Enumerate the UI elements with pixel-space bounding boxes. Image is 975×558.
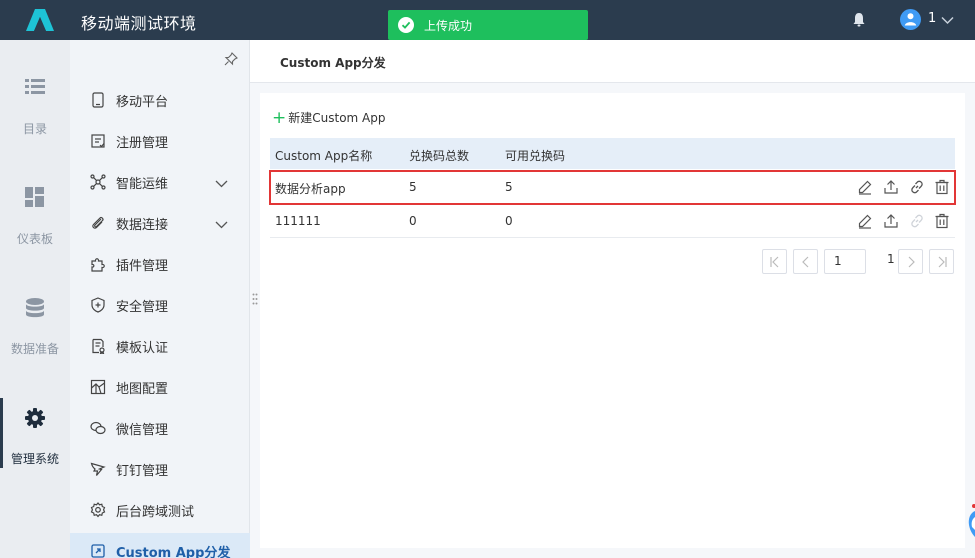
rail-item-data-prep[interactable]: 数据准备 <box>0 298 70 378</box>
puzzle-icon <box>90 256 106 272</box>
link-icon[interactable] <box>909 179 925 195</box>
menu-item-label: 智能运维 <box>116 177 169 192</box>
menu-item-security[interactable]: 安全管理 <box>70 287 250 323</box>
link-icon-disabled <box>909 213 925 229</box>
row-actions <box>845 179 949 197</box>
cell-total: 0 <box>409 214 417 228</box>
success-toast: 上传成功 <box>388 10 588 40</box>
rail-item-management[interactable]: 管理系统 <box>0 398 70 488</box>
menu-item-label: 移动平台 <box>116 95 169 110</box>
settings-icon <box>90 502 106 518</box>
chevron-down-icon[interactable] <box>941 14 954 28</box>
list-icon <box>25 77 45 97</box>
resize-handle[interactable] <box>252 293 258 305</box>
rail-item-label: 目录 <box>22 122 47 136</box>
menu-item-label: 地图配置 <box>116 382 169 397</box>
menu-item-label: 后台跨域测试 <box>116 505 195 520</box>
menu-item-map-config[interactable]: 地图配置 <box>70 369 250 405</box>
row-actions <box>845 213 949 231</box>
dashboard-icon <box>25 187 45 207</box>
bell-icon[interactable] <box>852 12 866 28</box>
column-header-total: 兑换码总数 <box>409 149 470 163</box>
menu-item-label: 钉钉管理 <box>116 464 169 479</box>
rail-item-dashboard[interactable]: 仪表板 <box>0 187 70 267</box>
delete-icon[interactable] <box>934 179 950 195</box>
check-circle-icon <box>398 17 414 33</box>
template-icon <box>90 338 106 355</box>
toast-message: 上传成功 <box>424 19 473 33</box>
menu-item-wechat[interactable]: 微信管理 <box>70 410 250 446</box>
map-icon <box>90 379 106 395</box>
edit-icon[interactable] <box>857 179 873 195</box>
menu-item-custom-app[interactable]: Custom App分发 <box>70 533 250 558</box>
mobile-icon <box>90 92 106 108</box>
pin-icon[interactable] <box>224 52 238 69</box>
page-header: Custom App分发 <box>250 40 975 83</box>
menu-item-template-cert[interactable]: 模板认证 <box>70 328 250 364</box>
plus-icon: + <box>272 108 287 128</box>
page-number-input[interactable]: 1 <box>824 249 866 274</box>
top-bar: 移动端测试环境 上传成功 1 <box>0 0 975 40</box>
menu-item-label: 数据连接 <box>116 218 169 233</box>
column-header-name: Custom App名称 <box>275 149 373 163</box>
avatar[interactable] <box>900 9 921 30</box>
gear-icon <box>25 408 45 428</box>
cell-available: 5 <box>505 180 513 194</box>
attachment-icon <box>90 215 106 231</box>
menu-item-cors-test[interactable]: 后台跨域测试 <box>70 492 250 528</box>
new-custom-app-button[interactable]: + 新建Custom App <box>272 107 386 128</box>
rail-item-catalog[interactable]: 目录 <box>0 77 70 157</box>
dingtalk-icon <box>90 461 106 477</box>
last-page-button[interactable] <box>929 249 954 274</box>
rail-item-label: 管理系统 <box>10 452 59 466</box>
edit-icon[interactable] <box>857 213 873 229</box>
menu-item-dingtalk[interactable]: 钉钉管理 <box>70 451 250 487</box>
cell-available: 0 <box>505 214 513 228</box>
register-icon <box>90 133 106 149</box>
menu-item-label: 安全管理 <box>116 300 169 315</box>
upload-icon[interactable] <box>883 213 899 229</box>
table-header: Custom App名称 兑换码总数 可用兑换码 <box>270 138 955 169</box>
column-header-available: 可用兑换码 <box>505 149 566 163</box>
table-row[interactable]: 数据分析app 5 5 <box>269 170 956 205</box>
assistant-widget-icon[interactable] <box>966 503 975 543</box>
page-title: Custom App分发 <box>280 56 386 70</box>
new-button-label: 新建Custom App <box>288 111 386 125</box>
first-page-button[interactable] <box>762 249 787 274</box>
menu-item-label: Custom App分发 <box>116 546 231 558</box>
menu-item-label: 模板认证 <box>116 341 169 356</box>
delete-icon[interactable] <box>934 213 950 229</box>
next-page-button[interactable] <box>898 249 923 274</box>
primary-nav-rail: 目录 仪表板 数据准备 管理系统 <box>0 40 70 558</box>
network-icon <box>90 174 106 190</box>
total-pages: 1 <box>887 252 895 266</box>
menu-item-data-connection[interactable]: 数据连接 <box>70 205 250 241</box>
menu-item-label: 微信管理 <box>116 423 169 438</box>
content-panel: + 新建Custom App Custom App名称 兑换码总数 可用兑换码 数… <box>260 93 965 548</box>
menu-item-mobile-platform[interactable]: 移动平台 <box>70 82 250 118</box>
secondary-menu: 移动平台 注册管理 智能运维 数据连接 插件管理 安全管理 模板认证 地图配置 … <box>70 40 250 558</box>
app-icon <box>90 543 106 558</box>
cell-total: 5 <box>409 180 417 194</box>
cell-name: 111111 <box>275 214 321 228</box>
logo-icon[interactable] <box>26 9 54 31</box>
menu-item-smart-ops[interactable]: 智能运维 <box>70 164 250 200</box>
user-name[interactable]: 1 <box>928 11 936 26</box>
rail-item-label: 数据准备 <box>10 342 59 356</box>
menu-item-label: 插件管理 <box>116 259 169 274</box>
shield-icon <box>90 297 106 313</box>
wechat-icon <box>90 420 106 436</box>
cell-name: 数据分析app <box>275 182 346 196</box>
upload-icon[interactable] <box>883 179 899 195</box>
menu-item-registration[interactable]: 注册管理 <box>70 123 250 159</box>
chevron-down-icon[interactable] <box>215 218 228 233</box>
menu-item-label: 注册管理 <box>116 136 169 151</box>
prev-page-button[interactable] <box>793 249 818 274</box>
menu-item-plugins[interactable]: 插件管理 <box>70 246 250 282</box>
app-title: 移动端测试环境 <box>81 14 197 33</box>
database-icon <box>25 298 45 318</box>
table-row[interactable]: 111111 0 0 <box>270 205 955 238</box>
chevron-down-icon[interactable] <box>215 177 228 192</box>
rail-item-label: 仪表板 <box>16 232 53 246</box>
